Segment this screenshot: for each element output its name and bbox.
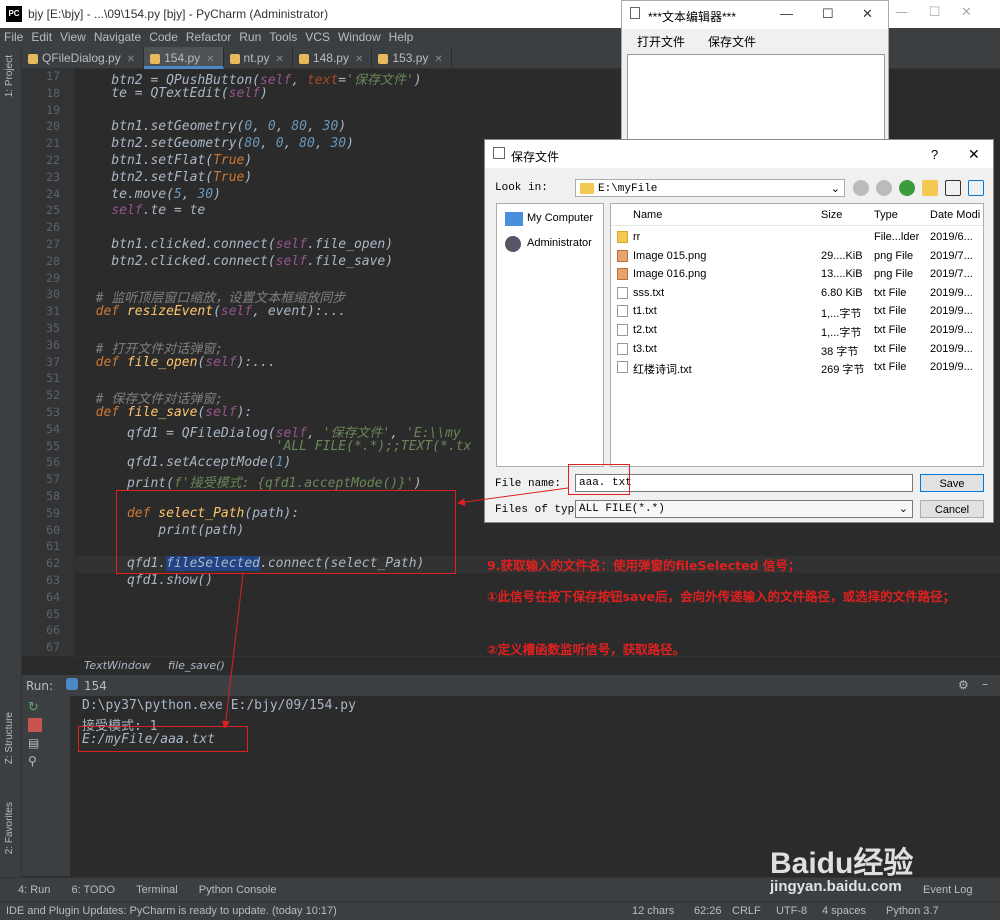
annotation-note-1: ①此信号在按下保存按钮save后，会向外传递输入的文件路径，或选择的文件路径； [487,589,956,604]
watermark-url: jingyan.baidu.com [770,878,902,895]
annotation-step: 9.获取输入的文件名：使用弹窗的fileSelected 信号； [487,558,801,573]
annotation-arrows [221,487,569,729]
annotation-note-2: ②定义槽函数监听信号，获取路径。 [487,642,686,657]
watermark-brand: Baidu经验 [770,847,914,880]
